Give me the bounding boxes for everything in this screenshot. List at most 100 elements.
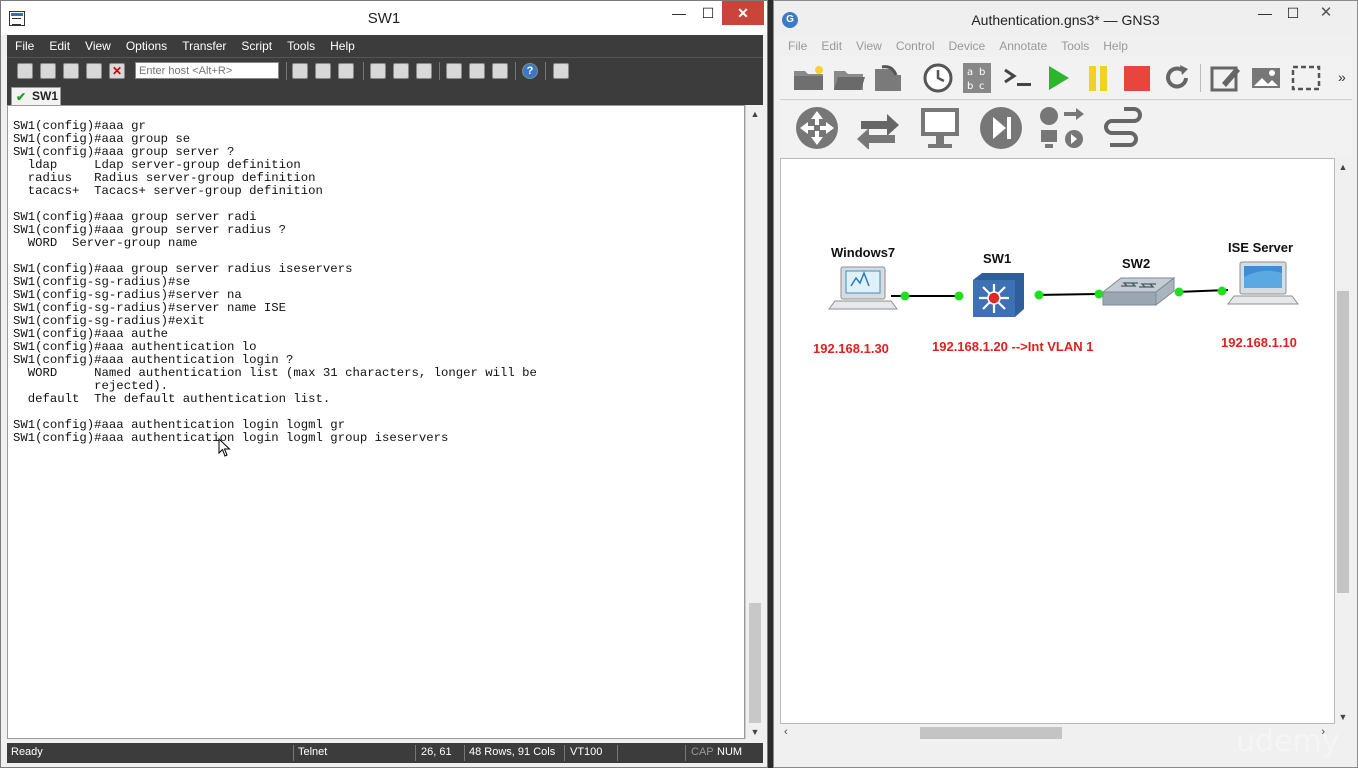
canvas-vertical-scrollbar[interactable]: ▲ ▼	[1335, 158, 1351, 724]
show-interface-labels-icon[interactable]: a bb c	[962, 62, 992, 94]
menu-device[interactable]: Device	[941, 35, 992, 57]
disconnect-icon[interactable]: ✕	[109, 63, 125, 79]
menu-tools[interactable]: Tools	[279, 35, 322, 57]
security-devices-icon[interactable]	[978, 105, 1024, 151]
open-project-icon[interactable]	[832, 63, 866, 93]
status-divider	[617, 745, 618, 761]
menu-transfer[interactable]: Transfer	[174, 35, 233, 57]
routers-icon[interactable]	[794, 105, 840, 151]
scroll-down-icon[interactable]: ▼	[1335, 712, 1351, 722]
scroll-left-icon[interactable]: ‹	[784, 726, 788, 738]
host-input[interactable]	[135, 62, 279, 79]
connect-in-tab-icon[interactable]	[63, 63, 79, 79]
snapshot-clock-icon[interactable]	[922, 62, 954, 94]
close-button[interactable]: ✕	[722, 1, 764, 25]
maximize-button[interactable]: ☐	[693, 1, 723, 25]
menu-edit[interactable]: Edit	[813, 35, 848, 57]
scroll-up-icon[interactable]: ▲	[746, 109, 764, 119]
add-link-icon[interactable]	[1100, 105, 1142, 151]
sw2-device-icon[interactable]	[1101, 276, 1176, 307]
link-status-dot	[1217, 286, 1227, 296]
minimize-button[interactable]: —	[664, 1, 694, 25]
connected-check-icon: ✔	[16, 90, 27, 104]
menu-script[interactable]: Script	[233, 35, 279, 57]
start-all-icon[interactable]	[1044, 63, 1072, 93]
toolbar-overflow-icon[interactable]: »	[1338, 69, 1346, 85]
maximize-button[interactable]: ☐	[1278, 1, 1308, 25]
scrollbar-thumb[interactable]	[749, 603, 761, 723]
pause-all-icon[interactable]	[1084, 63, 1112, 93]
reload-all-icon[interactable]	[1162, 63, 1192, 93]
session-options-icon[interactable]	[446, 63, 462, 79]
terminal-area[interactable]: SW1(config)#aaa gr SW1(config)#aaa group…	[7, 105, 745, 739]
scrollbar-thumb[interactable]	[920, 727, 1062, 739]
menu-annotate[interactable]: Annotate	[991, 35, 1053, 57]
node-label-windows7[interactable]: Windows7	[831, 245, 895, 260]
switches-icon[interactable]	[855, 109, 901, 149]
menu-help[interactable]: Help	[1095, 35, 1134, 57]
securecrt-window: SW1 — ☐ ✕ File Edit View Options Transfer Scr…	[0, 0, 768, 768]
scroll-down-icon[interactable]: ▼	[746, 727, 764, 737]
link-sw1-sw2[interactable]	[1034, 293, 1098, 296]
gns3-window: G Authentication.gns3* — GNS3 — ☐ ✕ File…	[773, 0, 1358, 768]
link-status-dot	[954, 291, 964, 301]
ip-note-windows7[interactable]: 192.168.1.30	[813, 341, 889, 356]
print-selection-icon[interactable]	[393, 63, 409, 79]
status-cursor-position: 26, 61	[421, 746, 452, 758]
windows7-device-icon[interactable]	[828, 266, 898, 310]
menu-control[interactable]: Control	[888, 35, 941, 57]
all-devices-icon[interactable]	[1038, 105, 1086, 151]
tab-label: SW1	[32, 89, 59, 103]
menu-options[interactable]: Options	[118, 35, 174, 57]
link-status-dot	[1094, 289, 1104, 299]
status-ready: Ready	[11, 746, 43, 758]
save-project-icon[interactable]	[872, 63, 904, 93]
menu-view[interactable]: View	[848, 35, 888, 57]
svg-text:a: a	[967, 67, 973, 78]
add-note-icon[interactable]	[1210, 63, 1242, 93]
paste-icon[interactable]	[315, 63, 331, 79]
reconnect-icon[interactable]	[86, 63, 102, 79]
node-label-ise-server[interactable]: ISE Server	[1228, 240, 1293, 255]
status-divider	[293, 745, 294, 761]
scrollbar-thumb[interactable]	[1337, 291, 1349, 593]
end-devices-icon[interactable]	[918, 105, 962, 151]
ise-server-device-icon[interactable]	[1227, 261, 1299, 305]
sw1-device-icon[interactable]	[973, 273, 1024, 317]
node-label-sw2[interactable]: SW2	[1122, 256, 1150, 271]
terminal-scrollbar[interactable]: ▲ ▼	[745, 105, 763, 739]
minimize-button[interactable]: —	[1250, 1, 1280, 25]
udemy-watermark: udemy	[1236, 724, 1340, 759]
status-divider	[415, 745, 416, 761]
connect-icon[interactable]	[17, 63, 33, 79]
menu-tools[interactable]: Tools	[1053, 35, 1095, 57]
ip-note-ise-server[interactable]: 192.168.1.10	[1221, 335, 1297, 350]
insert-picture-icon[interactable]	[1250, 65, 1282, 91]
stop-all-icon[interactable]	[1122, 63, 1152, 93]
menu-help[interactable]: Help	[322, 35, 362, 57]
copy-icon[interactable]	[292, 63, 308, 79]
quick-connect-icon[interactable]	[40, 63, 56, 79]
draw-rectangle-icon[interactable]	[1290, 64, 1322, 92]
help-icon[interactable]: ?	[522, 63, 538, 79]
close-button[interactable]: ✕	[1311, 1, 1341, 25]
keymap-icon[interactable]	[492, 63, 508, 79]
global-options-icon[interactable]	[469, 63, 485, 79]
menu-file[interactable]: File	[780, 35, 813, 57]
menu-view[interactable]: View	[77, 35, 118, 57]
new-project-icon[interactable]	[792, 63, 826, 93]
node-label-sw1[interactable]: SW1	[983, 251, 1011, 266]
console-all-icon[interactable]	[1002, 65, 1034, 91]
ip-note-sw1[interactable]: 192.168.1.20 -->Int VLAN 1	[932, 339, 1094, 354]
print-setup-icon[interactable]	[416, 63, 432, 79]
session-tab-sw1[interactable]: ✔ SW1	[11, 87, 61, 105]
topology-canvas[interactable]: Windows7 SW1 SW2 ISE Server 192.168.1.30…	[780, 158, 1335, 724]
keypad-icon[interactable]	[553, 63, 569, 79]
find-icon[interactable]	[338, 63, 354, 79]
menu-edit[interactable]: Edit	[41, 35, 77, 57]
print-icon[interactable]	[370, 63, 386, 79]
menu-file[interactable]: File	[7, 35, 41, 57]
scroll-up-icon[interactable]: ▲	[1335, 162, 1351, 172]
link-status-dot	[900, 291, 910, 301]
menu-bar: File Edit View Control Device Annotate Tools He…	[780, 35, 1350, 57]
